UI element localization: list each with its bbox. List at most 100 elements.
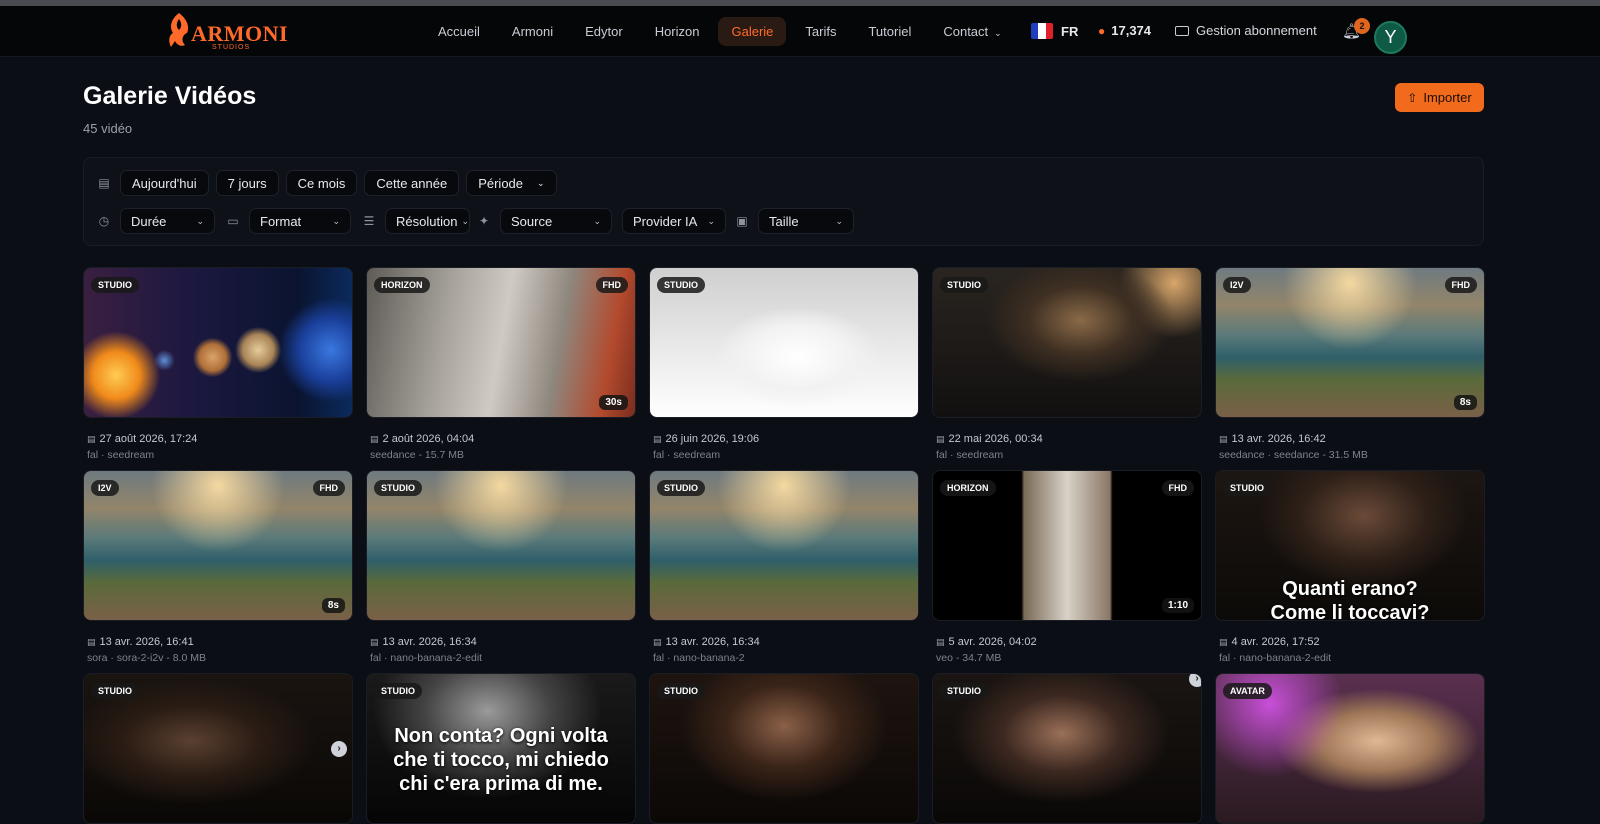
chevron-down-icon: ⌄ xyxy=(835,215,843,226)
video-card[interactable]: I2V FHD 8s ▤ 13 avr. 2026, 16:41 sora · sora-… xyxy=(83,470,353,665)
video-thumbnail[interactable]: STUDIO xyxy=(649,470,919,621)
video-card[interactable]: STUDIO xyxy=(649,673,919,824)
video-thumbnail[interactable]: STUDIO › xyxy=(83,673,353,824)
video-source: fal · nano-banana-2-edit xyxy=(1219,652,1332,664)
video-date-text: 22 mai 2026, 00:34 xyxy=(948,433,1043,445)
video-thumbnail[interactable]: STUDIO › xyxy=(932,673,1202,824)
page-title: Galerie Vidéos xyxy=(83,82,257,110)
video-card[interactable]: STUDIO ▤ 22 mai 2026, 00:34 fal · seedream xyxy=(932,267,1202,462)
video-card[interactable]: I2V FHD 8s ▤ 13 avr. 2026, 16:42 seedance · s… xyxy=(1215,267,1485,462)
language-selector[interactable]: FR xyxy=(1031,23,1078,39)
video-date: ▤ 2 août 2026, 04:04 xyxy=(370,433,474,445)
caption-overlay: Non conta? Ogni volta che ti tocco, mi c… xyxy=(393,725,609,795)
video-card[interactable]: STUDIO ▤ 27 août 2026, 17:24 fal · seedream xyxy=(83,267,353,462)
video-thumbnail[interactable]: STUDIO xyxy=(649,673,919,824)
video-card[interactable]: STUDIO Quanti erano? Come li toccavi? ▤ 4 a… xyxy=(1215,470,1485,665)
brand-logo[interactable]: ARMONI STUDIOS xyxy=(165,9,288,55)
resolution-label: Résolution xyxy=(396,213,458,229)
nav-contact[interactable]: Contact ⌄ xyxy=(930,17,1014,46)
video-thumbnail[interactable]: STUDIO Quanti erano? Come li toccavi? xyxy=(1215,470,1485,621)
source-select[interactable]: Source ⌄ xyxy=(500,208,612,234)
nav-edytor[interactable]: Edytor xyxy=(572,17,636,46)
calendar-icon: ▤ xyxy=(370,433,379,444)
video-thumbnail[interactable]: I2V FHD 8s xyxy=(1215,267,1485,418)
user-avatar[interactable]: Y xyxy=(1374,21,1407,54)
video-card[interactable]: HORIZON FHD 30s ▤ 2 août 2026, 04:04 seedance… xyxy=(366,267,636,462)
duration-badge: 8s xyxy=(321,598,345,613)
video-thumbnail[interactable]: STUDIO Non conta? Ogni volta che ti tocco… xyxy=(366,673,636,824)
resolution-select[interactable]: Résolution ⌄ xyxy=(385,208,470,234)
nav-armoni[interactable]: Armoni xyxy=(499,17,566,46)
filter-7-days[interactable]: 7 jours xyxy=(215,170,279,196)
video-date: ▤ 13 avr. 2026, 16:41 xyxy=(87,636,194,648)
nav-galerie[interactable]: Galerie xyxy=(718,16,787,46)
source-badge: I2V xyxy=(1223,277,1251,293)
format-select[interactable]: Format ⌄ xyxy=(249,208,351,234)
french-flag-icon xyxy=(1031,23,1053,39)
subscription-link[interactable]: Gestion abonnement xyxy=(1175,23,1317,38)
video-count: 45 vidéo xyxy=(83,121,133,136)
video-card[interactable]: AVATAR xyxy=(1215,673,1485,824)
video-date-text: 13 avr. 2026, 16:34 xyxy=(665,636,760,648)
upload-icon: ⇧ xyxy=(1407,90,1418,105)
video-thumbnail[interactable]: AVATAR xyxy=(1215,673,1485,824)
video-card[interactable]: STUDIO › xyxy=(932,673,1202,824)
quality-badge: FHD xyxy=(595,277,628,293)
quality-badge: FHD xyxy=(1161,480,1194,496)
brand-subtitle: STUDIOS xyxy=(212,44,251,51)
video-thumbnail[interactable]: STUDIO xyxy=(932,267,1202,418)
video-thumbnail[interactable]: STUDIO xyxy=(649,267,919,418)
nav-tarifs[interactable]: Tarifs xyxy=(792,17,849,46)
filter-this-year[interactable]: Cette année xyxy=(364,170,460,196)
calendar-icon: ▤ xyxy=(653,636,662,647)
video-card[interactable]: STUDIO ▤ 13 avr. 2026, 16:34 fal · nano-ban… xyxy=(366,470,636,665)
video-thumbnail[interactable]: HORIZON FHD 30s xyxy=(366,267,636,418)
import-button[interactable]: ⇧ Importer xyxy=(1395,83,1484,112)
video-date: ▤ 13 avr. 2026, 16:34 xyxy=(370,636,477,648)
video-date: ▤ 13 avr. 2026, 16:34 xyxy=(653,636,760,648)
video-thumbnail[interactable]: I2V FHD 8s xyxy=(83,470,353,621)
chevron-down-icon: ⌄ xyxy=(332,215,340,226)
video-date-text: 27 août 2026, 17:24 xyxy=(99,433,198,445)
nav-accueil[interactable]: Accueil xyxy=(425,17,493,46)
video-thumbnail[interactable]: STUDIO xyxy=(83,267,353,418)
video-card[interactable]: STUDIO ▤ 13 avr. 2026, 16:34 fal · nano-ban… xyxy=(649,470,919,665)
video-card[interactable]: STUDIO › xyxy=(83,673,353,824)
chevron-down-icon: ⌄ xyxy=(707,215,715,226)
video-card[interactable]: STUDIO ▤ 26 juin 2026, 19:06 fal · seedream xyxy=(649,267,919,462)
source-badge: STUDIO xyxy=(374,480,423,496)
video-thumbnail[interactable]: STUDIO xyxy=(366,470,636,621)
nav-tutoriel[interactable]: Tutoriel xyxy=(855,17,924,46)
video-date-text: 13 avr. 2026, 16:34 xyxy=(382,636,477,648)
video-date: ▤ 13 avr. 2026, 16:42 xyxy=(1219,433,1326,445)
provider-select[interactable]: Provider IA ⌄ xyxy=(622,208,726,234)
phoenix-logo-icon xyxy=(169,13,189,47)
calendar-icon: ▤ xyxy=(936,433,945,444)
credits-balance[interactable]: ● 17,374 xyxy=(1098,23,1151,38)
video-card[interactable]: STUDIO Non conta? Ogni volta che ti tocco… xyxy=(366,673,636,824)
calendar-icon: ▤ xyxy=(1219,636,1228,647)
source-badge: STUDIO xyxy=(374,683,423,699)
filters-panel: ▤ Aujourd'hui 7 jours Ce mois Cette anné… xyxy=(83,157,1484,246)
video-date-text: 26 juin 2026, 19:06 xyxy=(665,433,760,445)
video-card[interactable]: HORIZON FHD 1:10 ▤ 5 avr. 2026, 04:02 veo - 3… xyxy=(932,470,1202,665)
clock-icon: ◷ xyxy=(98,214,110,228)
filter-period-select[interactable]: Période ⌄ xyxy=(466,170,557,196)
chevron-right-icon[interactable]: › xyxy=(1189,674,1201,687)
filter-this-month[interactable]: Ce mois xyxy=(285,170,358,196)
video-thumbnail[interactable]: HORIZON FHD 1:10 xyxy=(932,470,1202,621)
video-source: seedance - 15.7 MB xyxy=(370,449,464,461)
video-date: ▤ 27 août 2026, 17:24 xyxy=(87,433,197,445)
chevron-right-icon[interactable]: › xyxy=(331,741,347,757)
size-select[interactable]: Taille ⌄ xyxy=(758,208,854,234)
main-nav: Accueil Armoni Edytor Horizon Galerie Ta… xyxy=(425,15,1021,47)
filter-today[interactable]: Aujourd'hui xyxy=(120,170,209,196)
duration-badge: 8s xyxy=(1453,395,1477,410)
credit-card-icon xyxy=(1175,25,1189,36)
calendar-icon: ▤ xyxy=(1219,433,1228,444)
nav-horizon[interactable]: Horizon xyxy=(642,17,713,46)
duration-select[interactable]: Durée ⌄ xyxy=(120,208,215,234)
video-source: seedance · seedance - 31.5 MB xyxy=(1219,449,1368,461)
top-navbar: ARMONI STUDIOS Accueil Armoni Edytor Hor… xyxy=(0,6,1600,57)
calendar-icon: ▤ xyxy=(653,433,662,444)
